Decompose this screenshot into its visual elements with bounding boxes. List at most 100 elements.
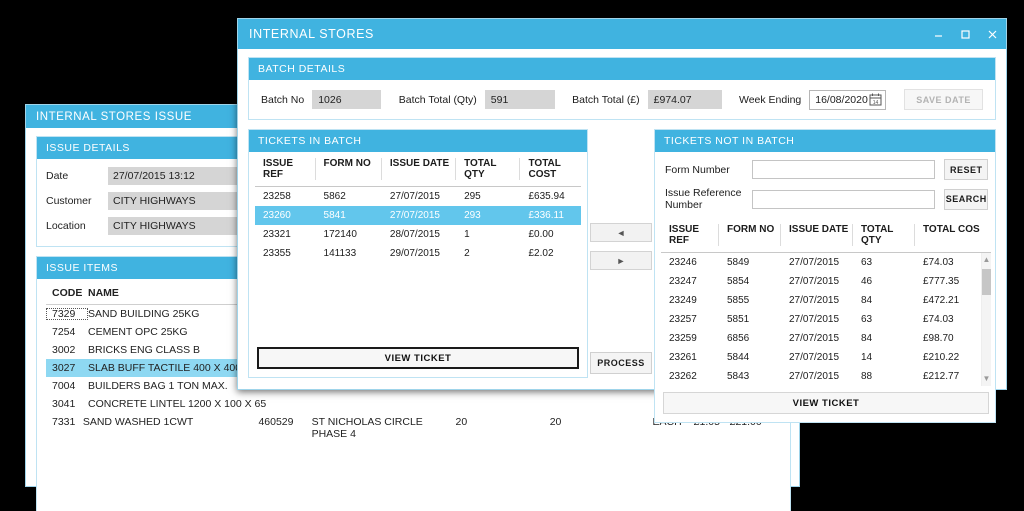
- column-header-issue-date: ISSUE DATE: [781, 224, 853, 246]
- table-row[interactable]: 23261 5844 27/07/2015 14 £210.22: [661, 348, 981, 367]
- scroll-down-icon[interactable]: ▼: [983, 372, 991, 386]
- column-header-total-cost: TOTAL COST: [528, 158, 561, 180]
- cell-form-no: 5843: [727, 371, 750, 382]
- table-row[interactable]: 23258 5862 27/07/2015 295 £635.94: [255, 187, 581, 206]
- issue-reference-input[interactable]: [752, 189, 936, 209]
- view-ticket-button-left[interactable]: VIEW TICKET: [257, 347, 579, 369]
- calendar-icon[interactable]: 14: [869, 93, 882, 106]
- cell-total-qty: 88: [861, 371, 873, 382]
- cell-total-qty: 63: [861, 257, 873, 268]
- cell-form-no: 172140: [323, 229, 357, 240]
- cell-issue-date: 27/07/2015: [789, 352, 840, 363]
- week-ending-value: 16/08/2020: [815, 93, 868, 106]
- cell-issue-date: 27/07/2015: [789, 295, 840, 306]
- maximize-button[interactable]: [952, 19, 979, 49]
- scroll-up-icon[interactable]: ▲: [983, 253, 991, 267]
- cell-total-qty: 1: [464, 229, 470, 240]
- screen: INTERNAL STORES ISSUE ISSUE DETAILS Date…: [0, 0, 1024, 511]
- issue-reference-row: Issue Reference Number SEARCH: [665, 187, 988, 211]
- issue-reference-label: Issue Reference Number: [665, 187, 742, 211]
- cell-total-qty: 14: [861, 352, 873, 363]
- scrollbar-thumb[interactable]: [982, 269, 991, 295]
- move-left-button[interactable]: ◄: [590, 223, 652, 242]
- cell-total-qty: 84: [861, 295, 873, 306]
- issue-item-code: 3041: [52, 398, 76, 410]
- batch-cost-value: £974.07: [647, 90, 722, 109]
- cell-total-cost: £74.03: [923, 257, 954, 268]
- transfer-controls: ◄ ► PROCESS: [588, 129, 654, 423]
- tickets-in-batch-panel: TICKETS IN BATCH ISSUE REF FORM NO ISSUE…: [248, 129, 588, 378]
- window-controls: [925, 19, 1006, 49]
- tickets-not-in-batch-table: ISSUE REF FORM NO ISSUE DATE TOTAL QTY T…: [655, 218, 995, 422]
- cell-total-cost: £212.77: [923, 371, 960, 382]
- cell-issue-date: 27/07/2015: [389, 210, 440, 221]
- form-number-row: Form Number RESET: [665, 159, 988, 180]
- issue-item-code: 3002: [52, 344, 76, 356]
- batch-details-body: Batch No 1026 Batch Total (Qty) 591 Batc…: [249, 80, 995, 119]
- tickets-not-in-batch-column: TICKETS NOT IN BATCH Form Number RESET I…: [654, 129, 996, 423]
- table-row[interactable]: 23259 6856 27/07/2015 84 £98.70: [661, 329, 981, 348]
- cell-issue-ref: 23261: [669, 352, 697, 363]
- issue-date-label: Date: [46, 170, 69, 182]
- close-button[interactable]: [979, 19, 1006, 49]
- internal-stores-modal: INTERNAL STORES BATCH DETAILS Batch No 1…: [237, 18, 1007, 423]
- cell-total-qty: 46: [861, 276, 873, 287]
- cell-total-qty: 293: [464, 210, 481, 221]
- form-number-input[interactable]: [752, 160, 936, 179]
- table-row-selected[interactable]: 23260 5841 27/07/2015 293 £336.11: [255, 206, 581, 225]
- cell-total-qty: 63: [861, 314, 873, 325]
- week-ending-label: Week Ending: [738, 93, 802, 106]
- table-row[interactable]: 23246 5849 27/07/2015 63 £74.03: [661, 253, 981, 272]
- modal-titlebar[interactable]: INTERNAL STORES: [238, 19, 1006, 49]
- table-row[interactable]: 23321 172140 28/07/2015 1 £0.00: [255, 225, 581, 244]
- ticket-search-form: Form Number RESET Issue Reference Number…: [655, 152, 995, 211]
- cell-issue-ref: 23247: [669, 276, 697, 287]
- table-row[interactable]: 23257 5851 27/07/2015 63 £74.03: [661, 310, 981, 329]
- cell-form-no: 5862: [323, 191, 346, 202]
- cell-total-cost: £74.03: [923, 314, 954, 325]
- cell-issue-date: 27/07/2015: [789, 333, 840, 344]
- process-button[interactable]: PROCESS: [590, 352, 652, 374]
- cell-form-no: 5851: [727, 314, 750, 325]
- minimize-button[interactable]: [925, 19, 952, 49]
- cell-form-no: 5841: [323, 210, 346, 221]
- table-row[interactable]: 23355 141133 29/07/2015 2 £2.02: [255, 244, 581, 263]
- move-right-button[interactable]: ►: [590, 251, 652, 270]
- tickets-in-batch-header-row: ISSUE REF FORM NO ISSUE DATE TOTAL QTY T…: [255, 152, 581, 187]
- column-header-total-qty: TOTAL QTY: [853, 224, 915, 246]
- batch-cost-label: Batch Total (£): [572, 93, 640, 106]
- form-number-label: Form Number: [665, 163, 730, 176]
- cell-form-no: 6856: [727, 333, 750, 344]
- table-row[interactable]: 23262 5843 27/07/2015 88 £212.77: [661, 367, 981, 386]
- column-header-total-cost: TOTAL COS: [923, 224, 980, 235]
- batch-qty-value: 591: [484, 90, 555, 109]
- reset-button[interactable]: RESET: [944, 159, 988, 180]
- tickets-not-in-batch-panel: TICKETS NOT IN BATCH Form Number RESET I…: [654, 129, 996, 423]
- cell-form-no: 5855: [727, 295, 750, 306]
- issue-item-code: 7004: [52, 380, 76, 392]
- save-date-button[interactable]: SAVE DATE: [904, 89, 983, 110]
- cell-total-cost: £472.21: [923, 295, 960, 306]
- search-button[interactable]: SEARCH: [944, 188, 988, 210]
- cell-issue-date: 29/07/2015: [389, 248, 440, 259]
- column-header-issue-ref: ISSUE REF: [255, 158, 316, 180]
- cell-issue-ref: 23258: [263, 191, 291, 202]
- week-ending-input[interactable]: 16/08/2020 14: [809, 89, 887, 110]
- view-ticket-button-right[interactable]: VIEW TICKET: [663, 392, 989, 414]
- batch-qty-label: Batch Total (Qty): [398, 93, 477, 106]
- cell-issue-date: 27/07/2015: [789, 276, 840, 287]
- cell-form-no: 5854: [727, 276, 750, 287]
- batch-details-header: BATCH DETAILS: [249, 58, 995, 80]
- background-window-title: INTERNAL STORES ISSUE: [36, 110, 192, 123]
- modal-title: INTERNAL STORES: [249, 27, 374, 41]
- table-scrollbar[interactable]: ▲ ▼: [981, 253, 991, 386]
- cell-issue-date: 27/07/2015: [789, 371, 840, 382]
- column-header-issue-ref: ISSUE REF: [661, 224, 719, 246]
- cell-total-cost: £777.35: [923, 276, 960, 287]
- table-row[interactable]: 23247 5854 27/07/2015 46 £777.35: [661, 272, 981, 291]
- column-header-form-no: FORM NO: [316, 158, 382, 180]
- table-row[interactable]: 23249 5855 27/07/2015 84 £472.21: [661, 291, 981, 310]
- cell-total-cost: £635.94: [528, 191, 565, 202]
- batch-details-panel: BATCH DETAILS Batch No 1026 Batch Total …: [248, 57, 996, 120]
- cell-total-qty: 2: [464, 248, 470, 259]
